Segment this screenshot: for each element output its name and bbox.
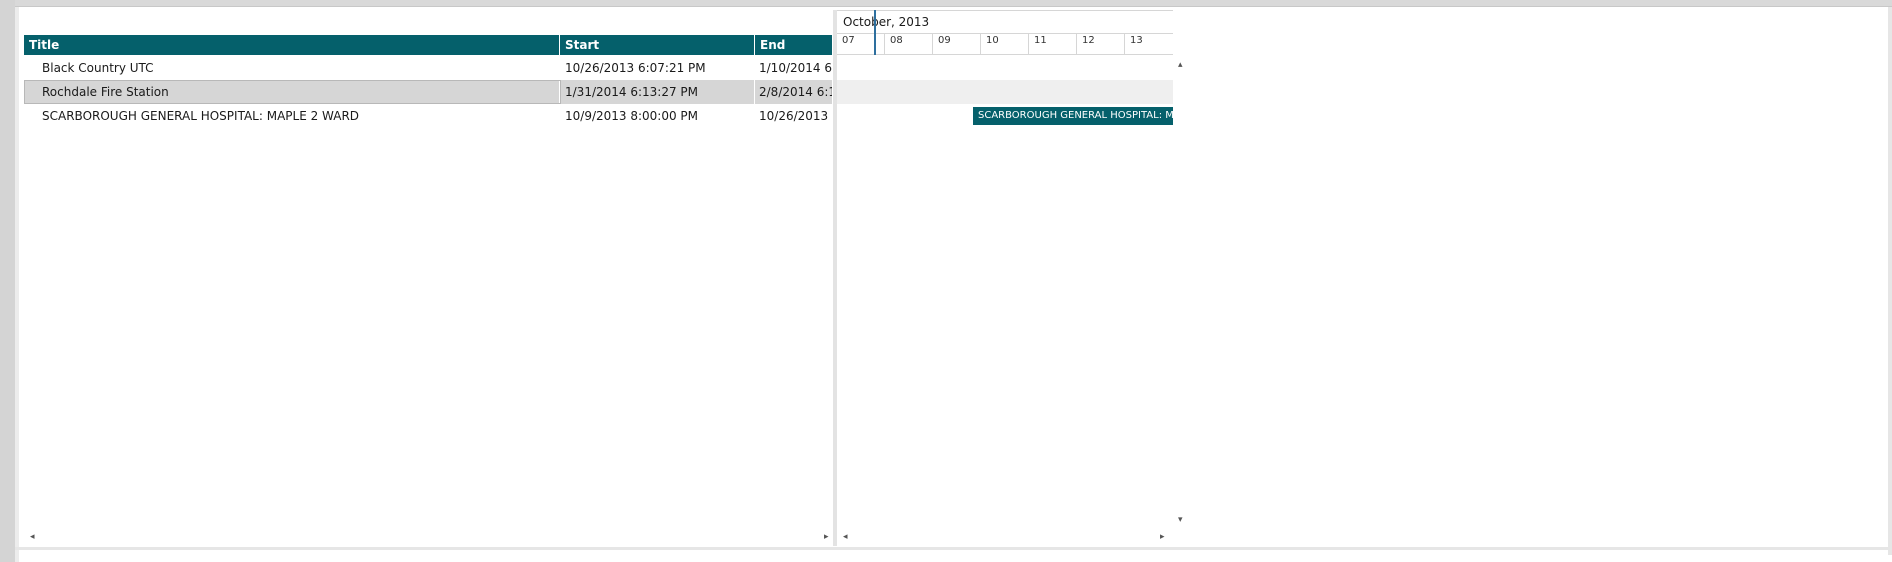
cell-start: 1/31/2014 6:13:27 PM: [565, 85, 699, 99]
window-left-inner-border: [15, 7, 19, 562]
timeline-day: 12: [1076, 34, 1124, 55]
grid-scroll-left-icon[interactable]: ◂: [30, 532, 35, 542]
timeline-scroll-down-icon[interactable]: ▾: [1178, 515, 1183, 525]
timeline-day: 10: [980, 34, 1028, 55]
gantt-task-bar[interactable]: SCARBOROUGH GENERAL HOSPITAL: MAP: [973, 107, 1173, 125]
content-right-border: [1888, 7, 1892, 555]
timeline-scroll-left-icon[interactable]: ◂: [843, 532, 848, 542]
cell-end: 10/26/2013 4: [759, 109, 832, 123]
timeline-row-selected[interactable]: [837, 80, 1173, 104]
cell-end: 2/8/2014 6:1:: [759, 85, 832, 99]
timeline-day: 11: [1028, 34, 1076, 55]
column-header-title[interactable]: Title: [24, 35, 559, 55]
timeline-day: 08: [884, 34, 932, 55]
window-left-border: [0, 0, 15, 562]
window-top-border: [0, 0, 1892, 7]
grid-scroll-right-icon[interactable]: ▸: [824, 532, 829, 542]
timeline-day: 07: [842, 35, 855, 46]
column-header-end[interactable]: End: [755, 35, 832, 55]
cell-title: SCARBOROUGH GENERAL HOSPITAL: MAPLE 2 WA…: [42, 109, 360, 123]
today-marker-line: [874, 10, 876, 55]
timeline-scroll-up-icon[interactable]: ▴: [1178, 60, 1183, 70]
grid-row[interactable]: Black Country UTC 10/26/2013 6:07:21 PM …: [24, 56, 832, 80]
content-bottom-border: [15, 547, 1892, 550]
column-header-start[interactable]: Start: [560, 35, 754, 55]
cell-end: 1/10/2014 6:(: [759, 61, 832, 75]
cell-separator: [754, 80, 755, 104]
timeline-scroll-right-icon[interactable]: ▸: [1160, 532, 1165, 542]
timeline-month-label: October, 2013: [843, 15, 930, 29]
cell-title: Black Country UTC: [42, 61, 154, 75]
cell-start: 10/26/2013 6:07:21 PM: [565, 61, 706, 75]
timeline-day-header: 07 08 09 10 11 12 13: [837, 34, 1173, 55]
grid-header-row: Title Start End: [24, 35, 832, 55]
grid-row[interactable]: SCARBOROUGH GENERAL HOSPITAL: MAPLE 2 WA…: [24, 104, 832, 128]
cell-start: 10/9/2013 8:00:00 PM: [565, 109, 699, 123]
row-focus-border: [24, 80, 561, 104]
timeline-month-header: October, 2013: [837, 10, 1173, 34]
timeline-day: 09: [932, 34, 980, 55]
timeline-day: 13: [1124, 34, 1173, 55]
